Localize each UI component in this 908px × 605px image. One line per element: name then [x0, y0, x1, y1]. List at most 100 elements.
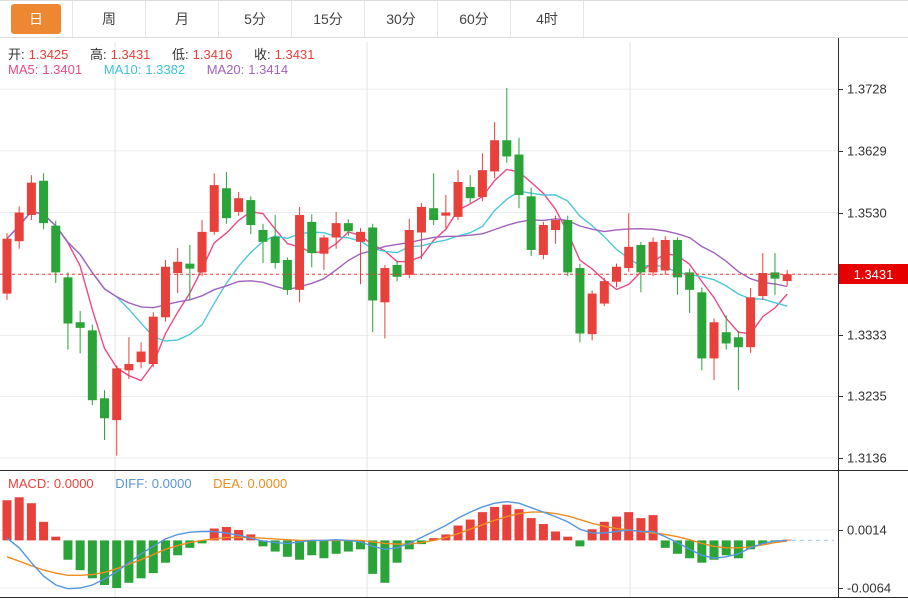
macd-bar-down — [575, 540, 584, 546]
candle-up — [3, 233, 12, 300]
candle-up — [417, 203, 426, 259]
candle-body — [149, 317, 158, 364]
candle-body — [563, 220, 572, 272]
candle-body — [307, 222, 316, 253]
macd-bar-up — [600, 522, 609, 541]
macd-bar-up — [636, 518, 645, 540]
candle-down — [722, 315, 731, 349]
candle-body — [624, 247, 633, 268]
macd-bar-down — [88, 540, 97, 578]
candle-body — [198, 232, 207, 273]
tab-label: 4时 — [518, 4, 576, 34]
candle-body — [356, 232, 365, 242]
candle-up — [319, 235, 328, 270]
candle-body — [575, 268, 584, 333]
candle-body — [39, 181, 48, 223]
candle-down — [575, 264, 584, 343]
candle-body — [673, 240, 682, 277]
macd-bar-up — [563, 537, 572, 541]
candle-body — [636, 245, 645, 272]
candle-down — [100, 390, 109, 440]
tab-day[interactable]: 日 — [0, 1, 73, 37]
macd-bar-up — [15, 497, 24, 540]
low-label: 低: — [172, 47, 189, 62]
candle-up — [149, 312, 158, 367]
candle-down — [514, 138, 523, 208]
candle-body — [380, 268, 389, 302]
macd-bar-down — [661, 540, 670, 547]
candle-body — [283, 260, 292, 290]
axis-tick-mark — [838, 458, 843, 459]
axis-tick-label: 1.3333 — [847, 328, 887, 343]
candle-body — [344, 223, 353, 231]
ma10-value: 1.3382 — [145, 62, 185, 77]
candle-up — [112, 365, 121, 455]
candle-body — [685, 272, 694, 289]
candle-down — [51, 221, 60, 283]
candle-body — [697, 292, 706, 358]
high-value: 1.3431 — [111, 47, 151, 62]
candle-up — [478, 153, 487, 201]
candle-body — [600, 281, 609, 303]
current-price-badge: 1.3431 — [839, 264, 908, 284]
ma20-line — [7, 211, 787, 307]
candle-up — [454, 170, 463, 220]
candle-down — [368, 224, 377, 332]
candle-body — [429, 208, 438, 220]
candle-body — [137, 352, 146, 363]
axis-tick-mark — [838, 151, 843, 152]
candle-up — [649, 237, 658, 276]
candle-up — [161, 260, 170, 322]
candle-down — [685, 269, 694, 313]
tab-m60[interactable]: 60分 — [438, 1, 511, 37]
candle-body — [15, 213, 24, 242]
ohlc-legend: 开:1.3425 高:1.3431 低:1.3416 收:1.3431 — [8, 44, 318, 63]
axis-tick-label: 1.3136 — [847, 451, 887, 466]
macd-bar-up — [3, 500, 12, 540]
candle-body — [441, 213, 450, 216]
axis-tick-mark — [838, 530, 843, 531]
candle-up — [137, 342, 146, 368]
candle-down — [307, 214, 316, 267]
tab-h4[interactable]: 4时 — [511, 1, 584, 37]
axis-tick-label: 1.3629 — [847, 143, 887, 158]
candle-body — [295, 215, 304, 290]
candle-down — [636, 242, 645, 292]
candle-down — [246, 196, 255, 234]
tab-month[interactable]: 月 — [146, 1, 219, 37]
candle-up — [758, 253, 767, 300]
ma-legend: MA5:1.3401 MA10:1.3382 MA20:1.3414 — [8, 62, 292, 77]
candle-body — [51, 226, 60, 273]
candle-down — [527, 188, 536, 257]
candle-up — [661, 236, 670, 275]
macd-bar-down — [319, 540, 328, 558]
tab-m30[interactable]: 30分 — [365, 1, 438, 37]
candle-body — [222, 188, 231, 218]
candle-down — [283, 257, 292, 294]
candle-body — [112, 368, 121, 420]
candle-body — [332, 223, 341, 237]
candle-up — [588, 290, 597, 340]
price-axis-line — [838, 38, 839, 598]
tab-m5[interactable]: 5分 — [219, 1, 292, 37]
candle-down — [734, 331, 743, 390]
candle-body — [393, 265, 402, 277]
candle-body — [746, 297, 755, 347]
ma20-label: MA20: — [207, 62, 245, 77]
macd-bar-down — [173, 540, 182, 555]
macd-bar-down — [63, 540, 72, 559]
candle-body — [210, 185, 219, 232]
candle-body — [27, 183, 36, 215]
candle-down — [222, 172, 231, 224]
candle-body — [551, 220, 560, 230]
candle-body — [100, 398, 109, 418]
macd-bar-up — [39, 522, 48, 541]
candle-up — [612, 264, 621, 288]
macd-bar-down — [307, 540, 316, 555]
axis-tick-label: -0.0064 — [847, 580, 891, 595]
diff-value: 0.0000 — [152, 476, 192, 491]
tab-week[interactable]: 周 — [73, 1, 146, 37]
tab-label: 周 — [84, 4, 134, 34]
tab-m15[interactable]: 15分 — [292, 1, 365, 37]
main-candlestick-chart[interactable] — [0, 38, 838, 470]
